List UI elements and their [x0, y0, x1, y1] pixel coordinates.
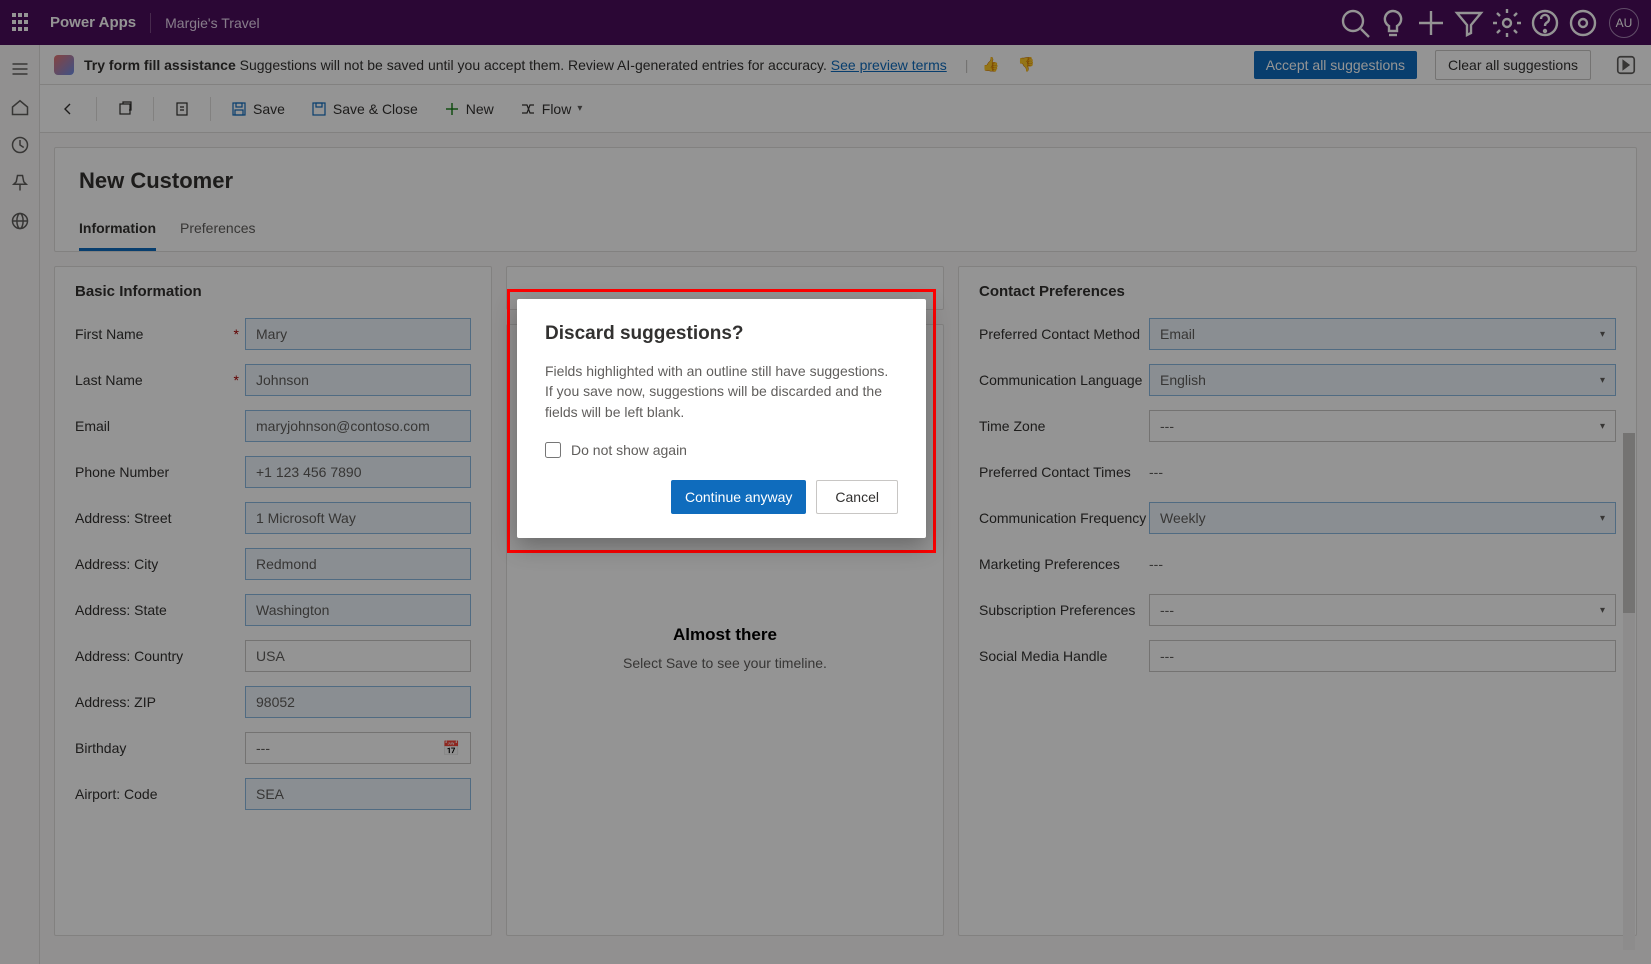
checkbox-input[interactable] [545, 442, 561, 458]
cancel-button[interactable]: Cancel [816, 480, 898, 514]
do-not-show-checkbox[interactable]: Do not show again [545, 442, 898, 458]
dialog-title: Discard suggestions? [545, 323, 898, 345]
dialog-body: Fields highlighted with an outline still… [545, 361, 898, 422]
dialog-highlight-box: Discard suggestions? Fields highlighted … [507, 289, 936, 553]
checkbox-label: Do not show again [571, 442, 687, 458]
discard-suggestions-dialog: Discard suggestions? Fields highlighted … [517, 299, 926, 538]
continue-anyway-button[interactable]: Continue anyway [671, 480, 806, 514]
